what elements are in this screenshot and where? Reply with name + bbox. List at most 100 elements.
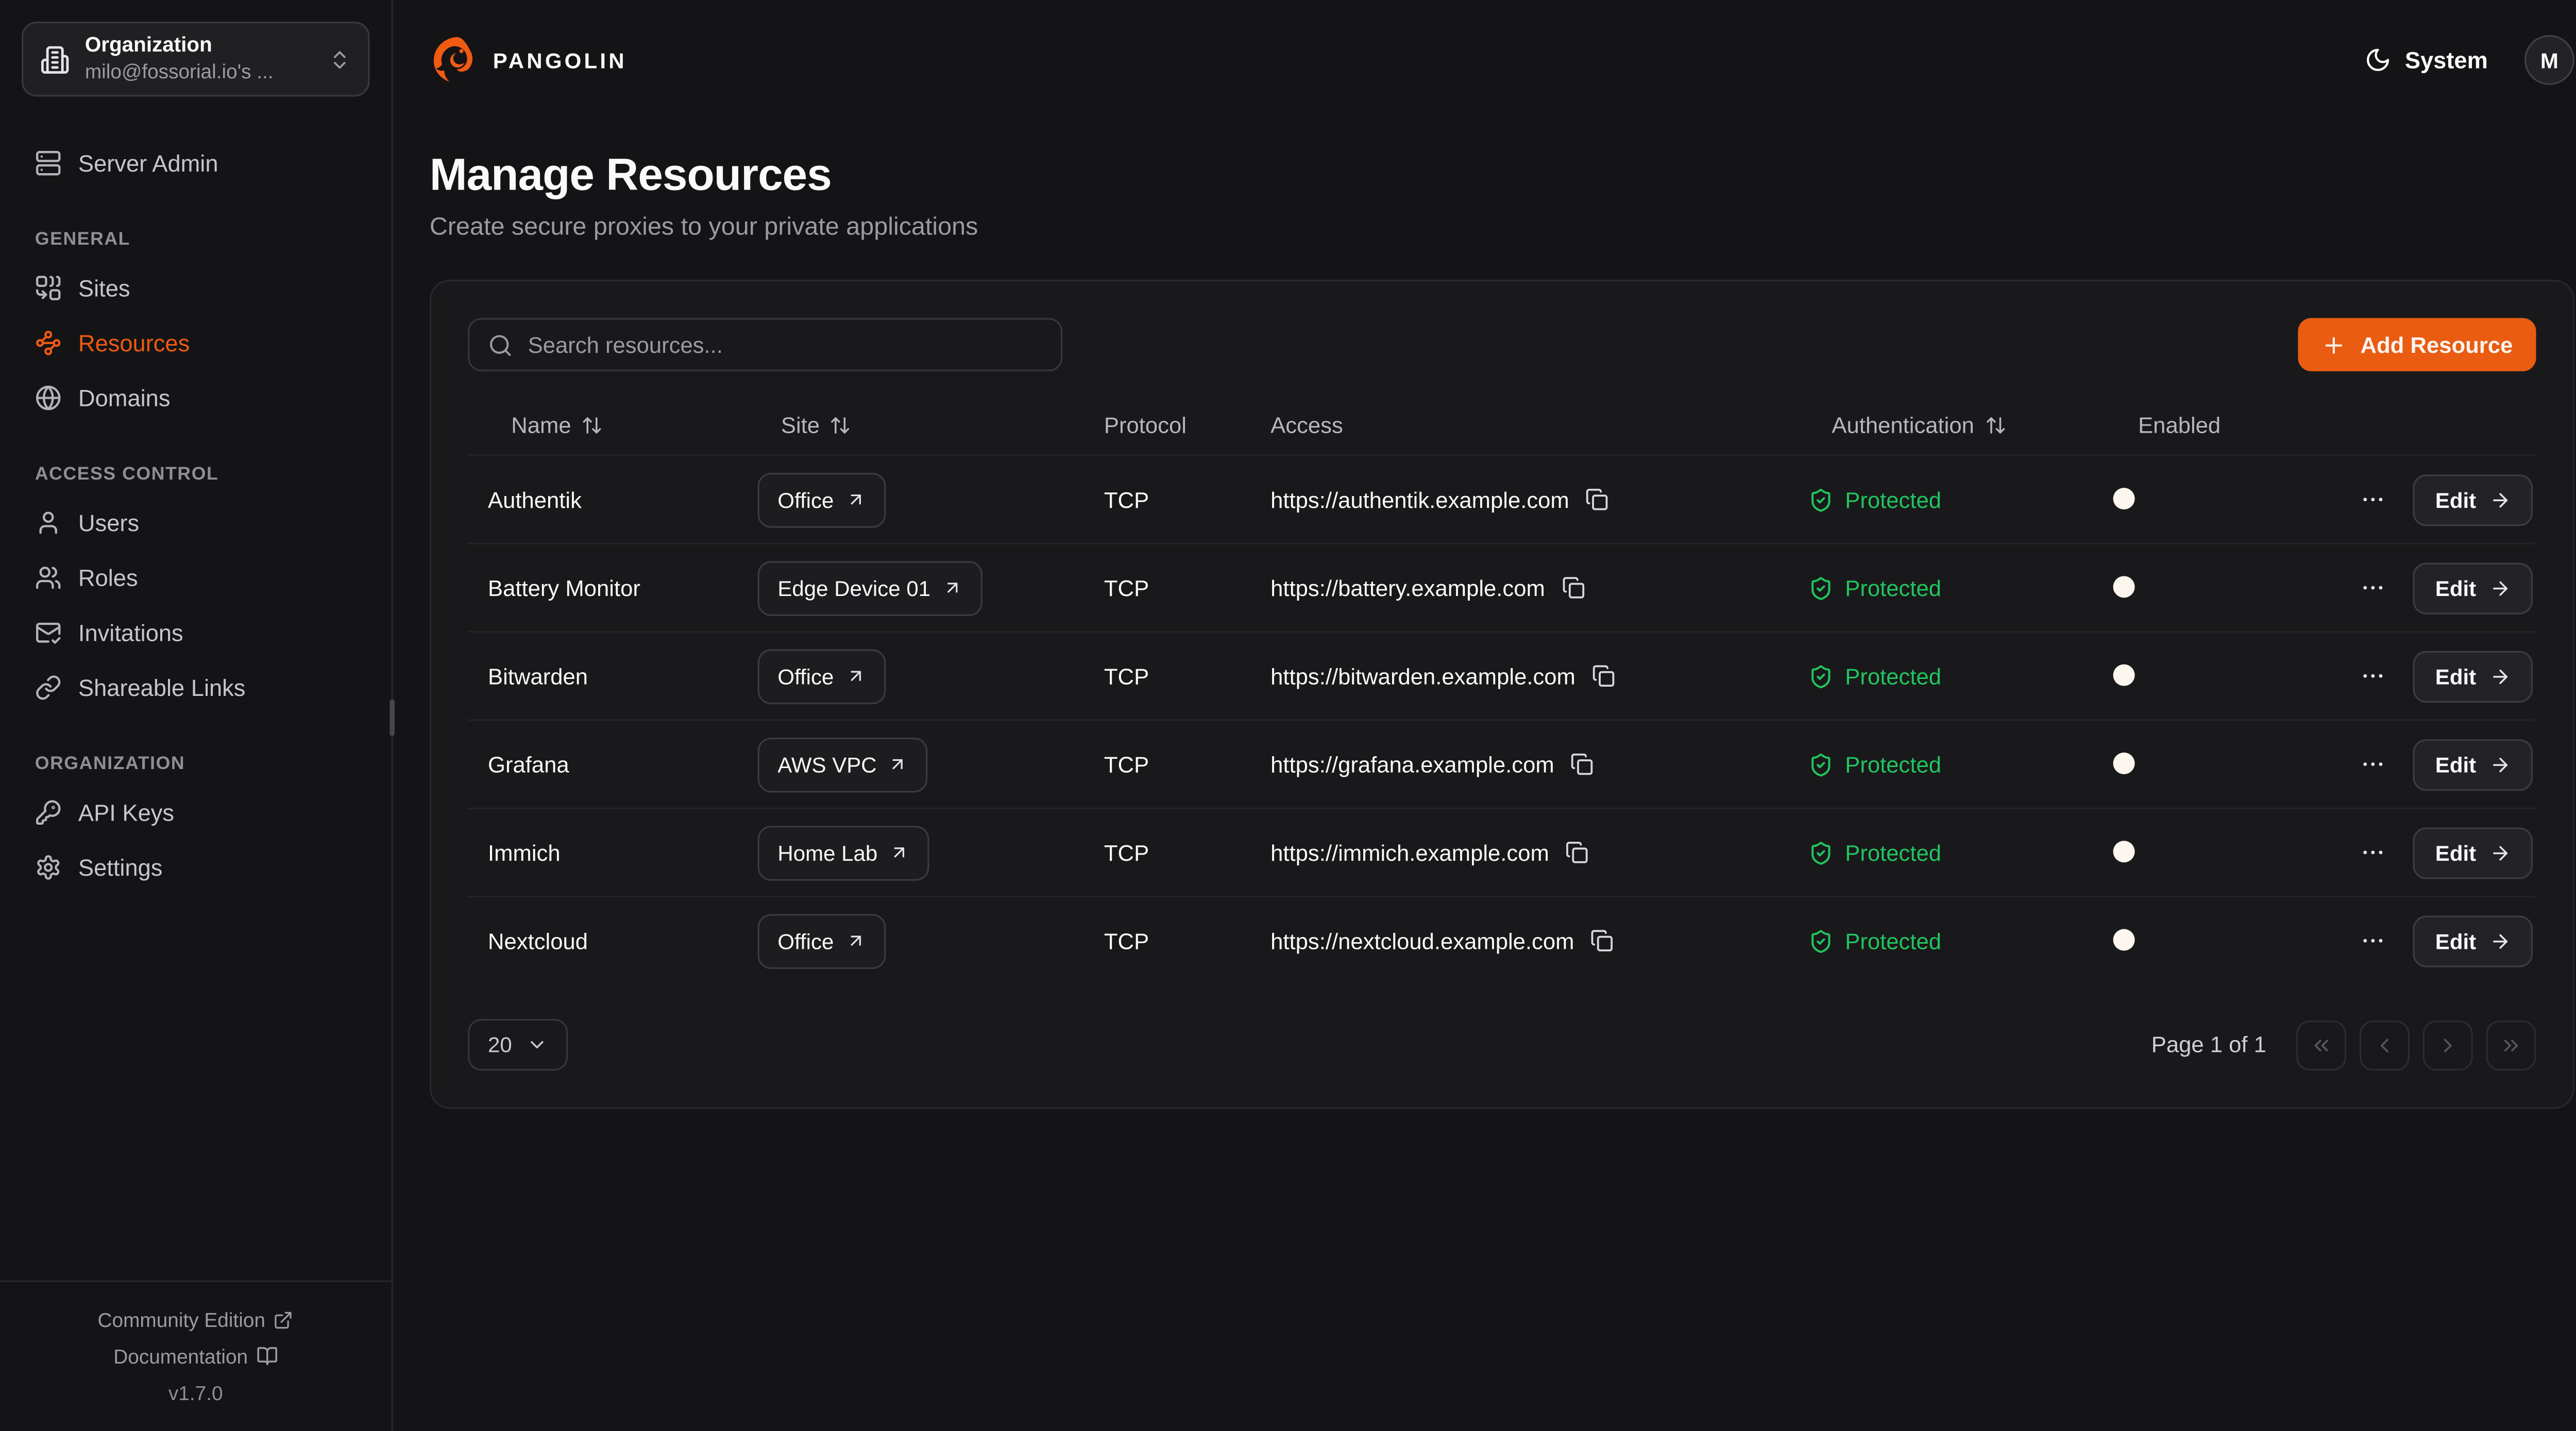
- sidebar-item-sites[interactable]: Sites: [20, 260, 371, 315]
- building-icon: [40, 44, 70, 74]
- sidebar-item-shareable-links[interactable]: Shareable Links: [20, 659, 371, 714]
- resource-access-url: https://nextcloud.example.com: [1270, 928, 1574, 953]
- copy-url-button[interactable]: [1563, 838, 1592, 867]
- copy-icon: [1591, 929, 1614, 952]
- main-content: PANGOLIN System M Manage Resources Creat…: [393, 0, 2576, 1431]
- edit-button[interactable]: Edit: [2414, 915, 2533, 966]
- copy-url-button[interactable]: [1583, 485, 1613, 515]
- chevron-left-icon: [2373, 1033, 2396, 1057]
- copy-icon: [1566, 841, 1589, 864]
- sidebar-item-label: Sites: [78, 274, 130, 301]
- sidebar-item-api-keys[interactable]: API Keys: [20, 784, 371, 839]
- column-header-site[interactable]: Site: [738, 412, 1084, 437]
- resource-name: Nextcloud: [468, 928, 738, 953]
- arrow-right-icon: [2489, 577, 2511, 599]
- page-size-select[interactable]: 20: [468, 1019, 568, 1070]
- edit-button[interactable]: Edit: [2414, 562, 2533, 614]
- organization-selector[interactable]: Organization milo@fossorial.io's ...: [22, 22, 370, 96]
- row-menu-button[interactable]: [2357, 659, 2391, 693]
- site-link-button[interactable]: Edge Device 01: [758, 560, 982, 616]
- sidebar-item-label: Shareable Links: [78, 673, 246, 700]
- resource-access-url: https://battery.example.com: [1270, 575, 1545, 600]
- resource-protocol: TCP: [1084, 752, 1250, 776]
- table-row: Nextcloud Office TCP https://nextcloud.e…: [468, 896, 2536, 984]
- column-header-enabled: Enabled: [2118, 412, 2318, 437]
- sidebar-item-label: Server Admin: [78, 149, 218, 176]
- edit-button[interactable]: Edit: [2414, 474, 2533, 525]
- site-link-button[interactable]: Home Lab: [758, 825, 929, 880]
- resource-name: Battery Monitor: [468, 575, 738, 600]
- resource-protocol: TCP: [1084, 840, 1250, 865]
- copy-url-button[interactable]: [1568, 749, 1598, 779]
- sidebar: Organization milo@fossorial.io's ... Ser…: [0, 0, 393, 1431]
- copy-url-button[interactable]: [1587, 926, 1617, 956]
- resource-access-url: https://immich.example.com: [1270, 840, 1549, 865]
- resource-access-url: https://bitwarden.example.com: [1270, 663, 1575, 688]
- arrow-up-right-icon: [845, 931, 866, 951]
- sidebar-item-users[interactable]: Users: [20, 495, 371, 550]
- add-resource-button[interactable]: Add Resource: [2299, 318, 2536, 371]
- sidebar-item-roles[interactable]: Roles: [20, 550, 371, 605]
- search-input[interactable]: [528, 332, 1043, 357]
- resource-name: Bitwarden: [468, 663, 738, 688]
- copy-icon: [1571, 753, 1594, 776]
- server-icon: [35, 149, 62, 176]
- edit-button[interactable]: Edit: [2414, 738, 2533, 790]
- pangolin-logo-icon: [430, 35, 480, 85]
- column-header-name[interactable]: Name: [468, 412, 738, 437]
- first-page-button[interactable]: [2296, 1020, 2346, 1070]
- copy-icon: [1586, 488, 1609, 511]
- card-toolbar: Add Resource: [468, 318, 2536, 371]
- avatar[interactable]: M: [2524, 35, 2574, 85]
- organization-value: milo@fossorial.io's ...: [85, 60, 313, 84]
- sidebar-item-label: Resources: [78, 329, 190, 355]
- sidebar-item-invitations[interactable]: Invitations: [20, 604, 371, 659]
- page-title: Manage Resources: [430, 150, 2574, 201]
- theme-selector[interactable]: System: [2365, 46, 2488, 73]
- community-edition-link[interactable]: Community Edition: [16, 1301, 375, 1338]
- edit-button[interactable]: Edit: [2414, 650, 2533, 702]
- row-menu-button[interactable]: [2357, 747, 2391, 781]
- row-menu-button[interactable]: [2357, 571, 2391, 605]
- resource-protocol: TCP: [1084, 487, 1250, 512]
- arrow-up-right-icon: [889, 842, 909, 862]
- arrow-right-icon: [2489, 754, 2511, 775]
- column-header-authentication[interactable]: Authentication: [1788, 412, 2118, 437]
- site-link-button[interactable]: Office: [758, 649, 886, 704]
- resource-protocol: TCP: [1084, 928, 1250, 953]
- row-menu-button[interactable]: [2357, 836, 2391, 870]
- sidebar-item-server-admin[interactable]: Server Admin: [20, 135, 371, 190]
- sidebar-item-resources[interactable]: Resources: [20, 315, 371, 370]
- ellipsis-icon: [2360, 662, 2387, 689]
- row-menu-button[interactable]: [2357, 924, 2391, 958]
- shield-check-icon: [1808, 663, 1833, 688]
- site-link-button[interactable]: AWS VPC: [758, 737, 928, 792]
- users-icon: [35, 564, 62, 590]
- copy-url-button[interactable]: [1558, 573, 1588, 603]
- documentation-link[interactable]: Documentation: [16, 1338, 375, 1374]
- sidebar-item-settings[interactable]: Settings: [20, 839, 371, 894]
- row-menu-button[interactable]: [2357, 483, 2391, 516]
- column-header-protocol: Protocol: [1084, 412, 1250, 437]
- prev-page-button[interactable]: [2360, 1020, 2410, 1070]
- table-row: Bitwarden Office TCP https://bitwarden.e…: [468, 631, 2536, 719]
- site-link-button[interactable]: Office: [758, 913, 886, 968]
- page-status: Page 1 of 1: [2151, 1032, 2266, 1057]
- sidebar-item-label: Roles: [78, 564, 138, 590]
- sidebar-resize-handle[interactable]: [389, 699, 395, 736]
- chevrons-left-icon: [2310, 1033, 2333, 1057]
- resource-protocol: TCP: [1084, 663, 1250, 688]
- top-right-controls: System M: [2365, 35, 2574, 85]
- sidebar-item-label: API Keys: [78, 798, 174, 825]
- resource-name: Grafana: [468, 752, 738, 776]
- edit-button[interactable]: Edit: [2414, 827, 2533, 878]
- authentication-badge: Protected: [1788, 663, 2118, 688]
- authentication-badge: Protected: [1788, 487, 2118, 512]
- copy-url-button[interactable]: [1589, 661, 1619, 691]
- sidebar-item-domains[interactable]: Domains: [20, 370, 371, 425]
- column-header-access: Access: [1250, 412, 1788, 437]
- plus-icon: [2322, 332, 2347, 357]
- last-page-button[interactable]: [2486, 1020, 2536, 1070]
- next-page-button[interactable]: [2423, 1020, 2473, 1070]
- site-link-button[interactable]: Office: [758, 472, 886, 527]
